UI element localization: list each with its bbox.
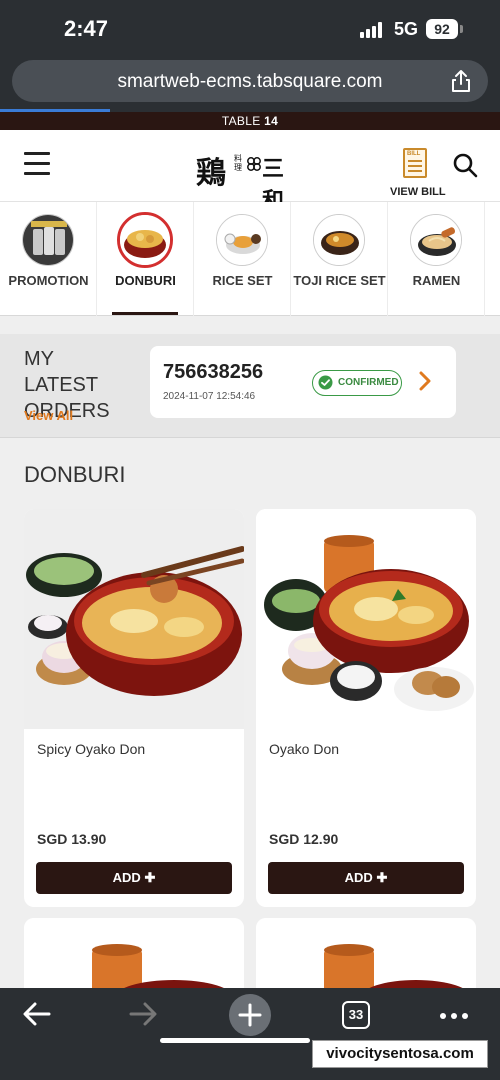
- product-image-partial: [24, 918, 244, 998]
- url-text[interactable]: smartweb-ecms.tabsquare.com: [12, 71, 488, 93]
- add-to-cart-button[interactable]: ADD ✚: [36, 862, 232, 894]
- bill-icon[interactable]: BILL: [403, 148, 427, 178]
- spicy-oyako-don-image: [24, 509, 244, 729]
- network-type: 5G: [394, 19, 419, 39]
- tab-label: PROMOTION: [8, 273, 89, 288]
- table-number: 14: [264, 114, 279, 128]
- donburi-thumbnail: [117, 212, 173, 268]
- check-circle-icon: [318, 375, 333, 390]
- product-price: SGD 12.90: [269, 831, 339, 847]
- tab-switcher-button[interactable]: 33: [342, 1001, 370, 1029]
- product-card[interactable]: Oyako Don SGD 12.90 ADD ✚: [256, 509, 476, 907]
- logo-main-glyph: 鶏: [196, 156, 226, 191]
- share-icon[interactable]: [450, 69, 472, 93]
- category-tabs: PROMOTION DONBURI RICE SET TOJI RICE SET…: [0, 202, 500, 316]
- oyako-don-image: [256, 509, 476, 729]
- tab-rice-set[interactable]: RICE SET: [194, 202, 291, 316]
- tab-label: RICE SET: [212, 273, 273, 288]
- product-card-partial[interactable]: [24, 918, 244, 998]
- toji-rice-set-thumbnail: [313, 214, 365, 266]
- cellular-signal-icon: [360, 22, 386, 38]
- product-name: Oyako Don: [269, 741, 340, 757]
- tab-label: TOJI RICE SET: [293, 273, 386, 288]
- home-indicator: [160, 1038, 310, 1043]
- tab-label: DONBURI: [115, 273, 176, 288]
- active-tab-underline: [112, 312, 178, 315]
- table-prefix: TABLE: [221, 114, 261, 128]
- battery-icon: 92: [426, 19, 458, 39]
- hamburger-menu-icon[interactable]: [24, 152, 50, 176]
- order-number: 756638256: [163, 361, 264, 383]
- add-label: ADD: [344, 870, 373, 885]
- product-card[interactable]: Spicy Oyako Don SGD 13.90 ADD ✚: [24, 509, 244, 907]
- address-bar[interactable]: smartweb-ecms.tabsquare.com: [12, 60, 488, 102]
- brand-logo[interactable]: 鶏 料理 三和: [196, 148, 304, 214]
- product-price: SGD 13.90: [37, 831, 107, 847]
- view-all-link[interactable]: View All: [24, 408, 73, 423]
- app-header: 鶏 料理 三和 BILL VIEW BILL: [0, 130, 500, 214]
- table-indicator: TABLE 14: [0, 112, 500, 130]
- tab-next-partial[interactable]: [485, 202, 500, 316]
- plus-icon: [238, 1003, 262, 1027]
- forward-arrow-icon[interactable]: [128, 1000, 158, 1028]
- view-bill-label[interactable]: VIEW BILL: [390, 186, 446, 198]
- ramen-thumbnail: [410, 214, 462, 266]
- section-title: DONBURI: [24, 462, 126, 487]
- promotion-thumbnail: [22, 214, 74, 266]
- back-arrow-icon[interactable]: [22, 1000, 52, 1028]
- logo-small-glyph: 料理: [234, 154, 242, 172]
- plus-icon: ✚: [144, 870, 156, 885]
- chevron-right-icon[interactable]: [418, 371, 432, 391]
- order-timestamp: 2024-11-07 12:54:46: [163, 391, 256, 402]
- tab-donburi[interactable]: DONBURI: [97, 202, 194, 316]
- search-icon[interactable]: [452, 152, 478, 178]
- tab-toji-rice-set[interactable]: TOJI RICE SET: [291, 202, 388, 316]
- order-card[interactable]: 756638256 2024-11-07 12:54:46 CONFIRMED: [150, 346, 456, 418]
- more-options-icon[interactable]: [440, 1013, 468, 1019]
- add-label: ADD: [112, 870, 141, 885]
- tab-label: RAMEN: [412, 273, 461, 288]
- product-name: Spicy Oyako Don: [37, 741, 146, 757]
- new-tab-button[interactable]: [229, 994, 271, 1036]
- watermark-label: vivocitysentosa.com: [312, 1040, 488, 1068]
- logo-hex-icon: [247, 157, 261, 171]
- status-text: CONFIRMED: [338, 377, 399, 388]
- plus-icon: ✚: [376, 870, 388, 885]
- tab-promotion[interactable]: PROMOTION: [0, 202, 97, 316]
- battery-tip: [460, 25, 463, 33]
- status-badge: CONFIRMED: [312, 370, 402, 396]
- status-time: 2:47: [64, 16, 109, 41]
- browser-chrome: 2:47 5G 92 smartweb-ecms.tabsquare.com: [0, 0, 500, 112]
- rice-set-thumbnail: [216, 214, 268, 266]
- add-to-cart-button[interactable]: ADD ✚: [268, 862, 464, 894]
- latest-orders-section: MY LATEST ORDERS View All 756638256 2024…: [0, 334, 500, 438]
- bill-icon-text: BILL: [407, 151, 421, 157]
- product-card-partial[interactable]: [256, 918, 476, 998]
- product-image-partial: [256, 918, 476, 998]
- tab-ramen[interactable]: RAMEN: [388, 202, 485, 316]
